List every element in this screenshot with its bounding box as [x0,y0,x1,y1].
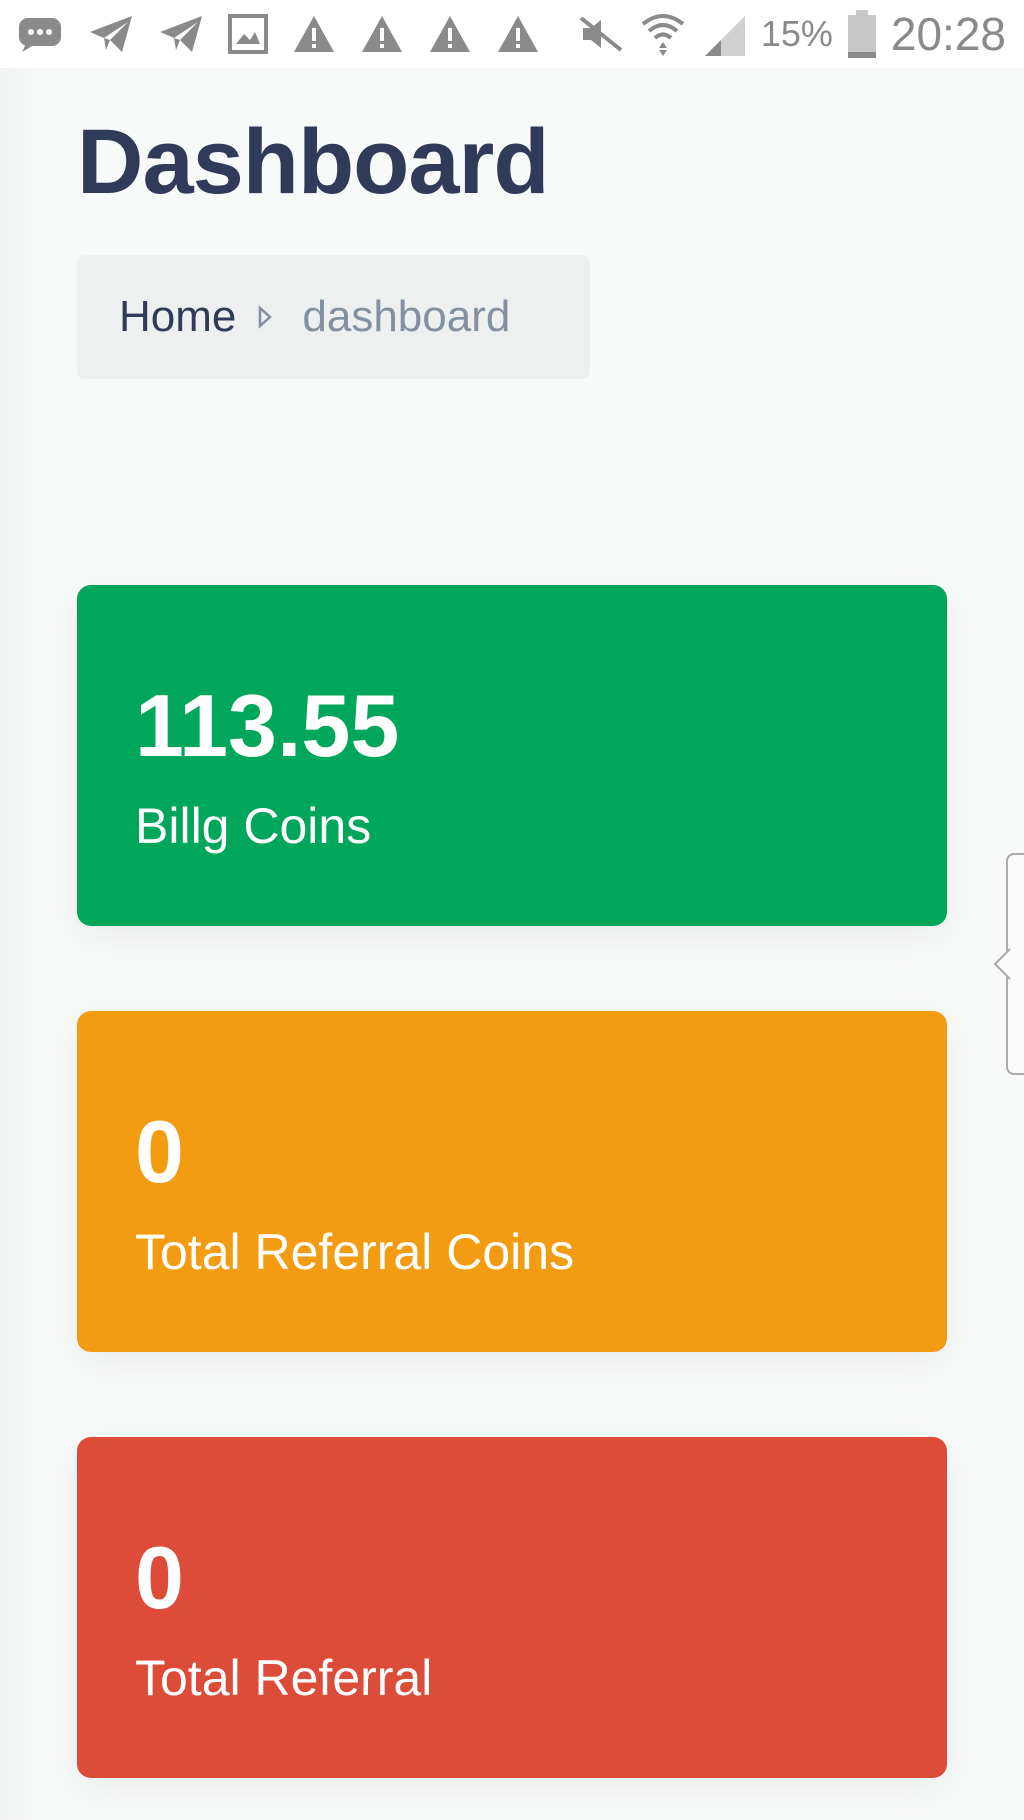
warning-icon [428,14,472,54]
breadcrumb: Home dashboard [77,255,590,379]
clock: 20:28 [890,8,1006,60]
telegram-icon [158,14,204,54]
card-value: 113.55 [135,676,400,775]
battery-icon [847,10,877,58]
battery-percent: 15% [760,13,833,54]
card-label: Total Referral [135,1650,433,1706]
signal-icon [701,12,747,56]
side-panel-toggle[interactable] [993,853,1024,1075]
warning-icon [292,14,336,54]
breadcrumb-home-link[interactable]: Home [119,292,236,342]
status-bar: 15% 20:28 [0,0,1024,68]
page-title: Dashboard [77,111,550,213]
warning-icon [496,14,540,54]
gallery-icon [228,14,268,54]
total-referral-coins-card[interactable]: 0 Total Referral Coins [77,1011,947,1352]
system-icons: 15% 20:28 [577,7,1006,61]
wifi-icon [639,10,687,58]
breadcrumb-current: dashboard [302,292,511,341]
telegram-icon [88,14,134,54]
mute-icon [577,14,625,54]
chevron-left-icon [992,947,1012,986]
card-value: 0 [135,1102,184,1201]
card-value: 0 [135,1528,184,1627]
caret-right-icon [258,305,273,329]
dashboard-page: Dashboard Home dashboard 113.55 Billg Co… [0,68,1024,1820]
warning-icon [360,14,404,54]
card-label: Total Referral Coins [135,1224,575,1280]
message-icon [16,14,64,54]
card-label: Billg Coins [135,798,372,854]
total-referral-card[interactable]: 0 Total Referral [77,1437,947,1778]
notification-icons [16,14,540,54]
billg-coins-card[interactable]: 113.55 Billg Coins [77,585,947,926]
